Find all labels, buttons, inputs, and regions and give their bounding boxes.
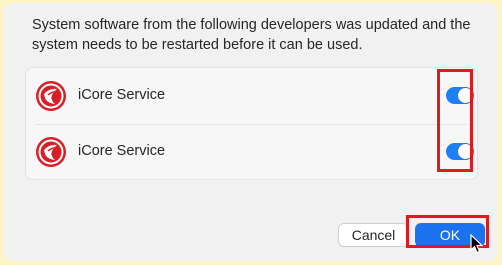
list-item: iCore Service bbox=[26, 124, 477, 180]
app-name: iCore Service bbox=[78, 87, 166, 103]
dialog-message: System software from the following devel… bbox=[32, 17, 471, 53]
icore-app-icon bbox=[36, 137, 66, 167]
toggle-highlight-box bbox=[437, 69, 473, 172]
mouse-pointer-icon bbox=[470, 234, 484, 254]
developer-list: iCore Service iCore Service bbox=[25, 67, 478, 180]
list-item: iCore Service bbox=[26, 68, 477, 124]
app-name: iCore Service bbox=[78, 143, 166, 159]
cancel-button[interactable]: Cancel bbox=[338, 223, 409, 247]
icore-app-icon bbox=[36, 81, 66, 111]
